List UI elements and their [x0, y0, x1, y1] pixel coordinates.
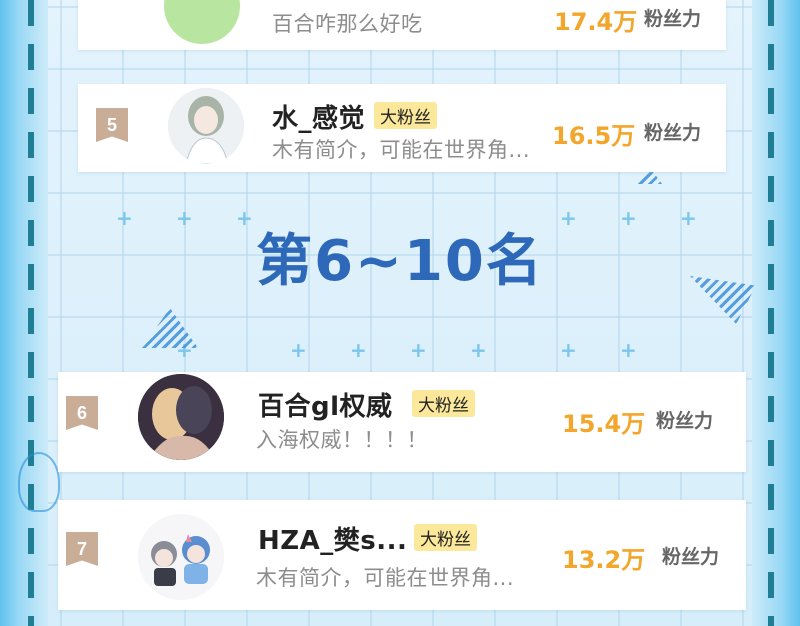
username[interactable]: 水_感觉: [272, 98, 365, 135]
plus-decoration-icon: +: [410, 338, 427, 362]
avatar[interactable]: [138, 374, 224, 460]
rank-badge: 7: [66, 532, 98, 566]
fan-level-tag: 大粉丝: [414, 524, 477, 551]
username[interactable]: 百合gl权威: [258, 386, 393, 423]
ranking-card-7[interactable]: 7 HZA_樊s... 大粉丝 木有简介，可能在世界角... 13.2万 粉丝力: [58, 500, 746, 610]
fans-label: 粉丝力: [662, 546, 720, 568]
user-description: 入海权威！！！！: [256, 428, 428, 452]
user-description: 木有简介，可能在世界角...: [256, 566, 515, 590]
fans-count: 17.4万: [554, 8, 638, 36]
right-dashed-border: [768, 0, 774, 626]
fan-level-tag: 大粉丝: [374, 102, 437, 129]
fans-label: 粉丝力: [656, 410, 714, 432]
username[interactable]: HZA_樊s...: [258, 520, 407, 557]
rank-badge: 6: [66, 396, 98, 430]
plus-decoration-icon: +: [290, 338, 307, 362]
plus-decoration-icon: +: [560, 338, 577, 362]
fans-label: 粉丝力: [644, 8, 702, 30]
left-dashed-border: [28, 0, 34, 626]
fans-count: 15.4万: [562, 410, 646, 438]
fans-count: 16.5万: [552, 122, 636, 150]
avatar-illustration-icon: [138, 374, 224, 460]
fan-level-tag: 大粉丝: [412, 390, 475, 417]
plus-decoration-icon: +: [350, 338, 367, 362]
plus-decoration-icon: +: [470, 338, 487, 362]
ranking-card-6[interactable]: 6 百合gl权威 大粉丝 入海权威！！！！ 15.4万 粉丝力: [58, 372, 746, 472]
avatar[interactable]: [168, 88, 244, 164]
avatar-illustration-icon: [138, 514, 224, 600]
right-border-gradient: [752, 0, 800, 626]
triangle-stripes-decoration: [142, 308, 198, 348]
avatar[interactable]: [164, 0, 240, 44]
left-border-gradient: [0, 0, 48, 626]
ranking-card-4[interactable]: 百合咋那么好吃 17.4万 粉丝力: [78, 0, 726, 50]
fans-label: 粉丝力: [644, 122, 702, 144]
user-description: 百合咋那么好吃: [272, 12, 423, 36]
plus-decoration-icon: +: [620, 338, 637, 362]
avatar-illustration-icon: [168, 88, 244, 164]
avatar[interactable]: [138, 514, 224, 600]
section-heading: 第6~10名: [256, 229, 544, 294]
rank-badge: 5: [96, 108, 128, 142]
user-description: 木有简介，可能在世界角...: [272, 138, 531, 162]
ranking-page: + + + + + + + + + + + + + 百合咋那么好吃 17.4万 …: [0, 0, 800, 626]
fans-count: 13.2万: [562, 546, 646, 574]
heart-outline-decoration: [18, 452, 60, 512]
ranking-card-5[interactable]: 5 水_感觉 大粉丝 木有简介，可能在世界角... 16.5万 粉丝力: [78, 84, 726, 172]
